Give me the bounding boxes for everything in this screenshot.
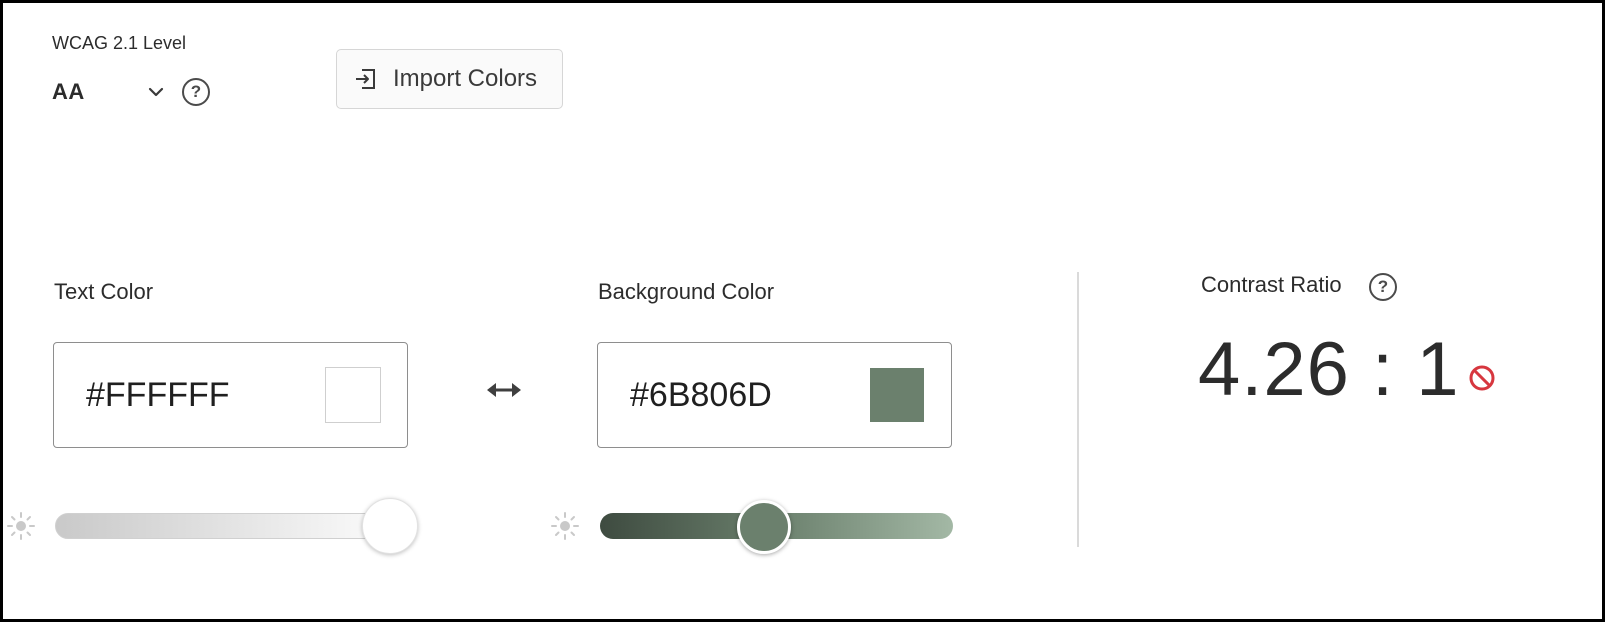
- swap-arrows-icon[interactable]: [485, 378, 523, 402]
- wcag-level-label: WCAG 2.1 Level: [52, 33, 187, 53]
- background-color-label: Background Color: [598, 279, 775, 304]
- import-colors-button[interactable]: Import Colors: [336, 49, 563, 109]
- fail-icon: [1469, 365, 1495, 391]
- background-color-hex-input[interactable]: [630, 375, 850, 415]
- contrast-ratio-label: Contrast Ratio: [1201, 272, 1342, 297]
- background-color-swatch[interactable]: [870, 368, 924, 422]
- vertical-divider: [1077, 272, 1079, 547]
- background-color-field: [597, 342, 952, 448]
- contrast-help-icon[interactable]: ?: [1369, 273, 1397, 301]
- import-colors-label: Import Colors: [393, 65, 538, 92]
- text-color-swatch[interactable]: [325, 367, 381, 423]
- text-brightness-slider-thumb[interactable]: [362, 498, 418, 554]
- wcag-help-icon[interactable]: ?: [182, 78, 210, 106]
- background-brightness-slider-thumb[interactable]: [737, 500, 791, 554]
- wcag-level-value: AA: [52, 79, 85, 104]
- wcag-level-dropdown[interactable]: AA: [52, 74, 172, 110]
- contrast-ratio-value: 4.26 : 1: [1198, 327, 1460, 412]
- text-color-label: Text Color: [54, 279, 154, 304]
- text-brightness-slider-track[interactable]: [55, 513, 415, 539]
- text-color-field: [53, 342, 408, 448]
- import-icon: [356, 69, 375, 89]
- sun-icon: [551, 512, 579, 540]
- chevron-down-icon: [148, 87, 164, 97]
- sun-icon: [7, 512, 35, 540]
- text-color-hex-input[interactable]: [86, 375, 306, 415]
